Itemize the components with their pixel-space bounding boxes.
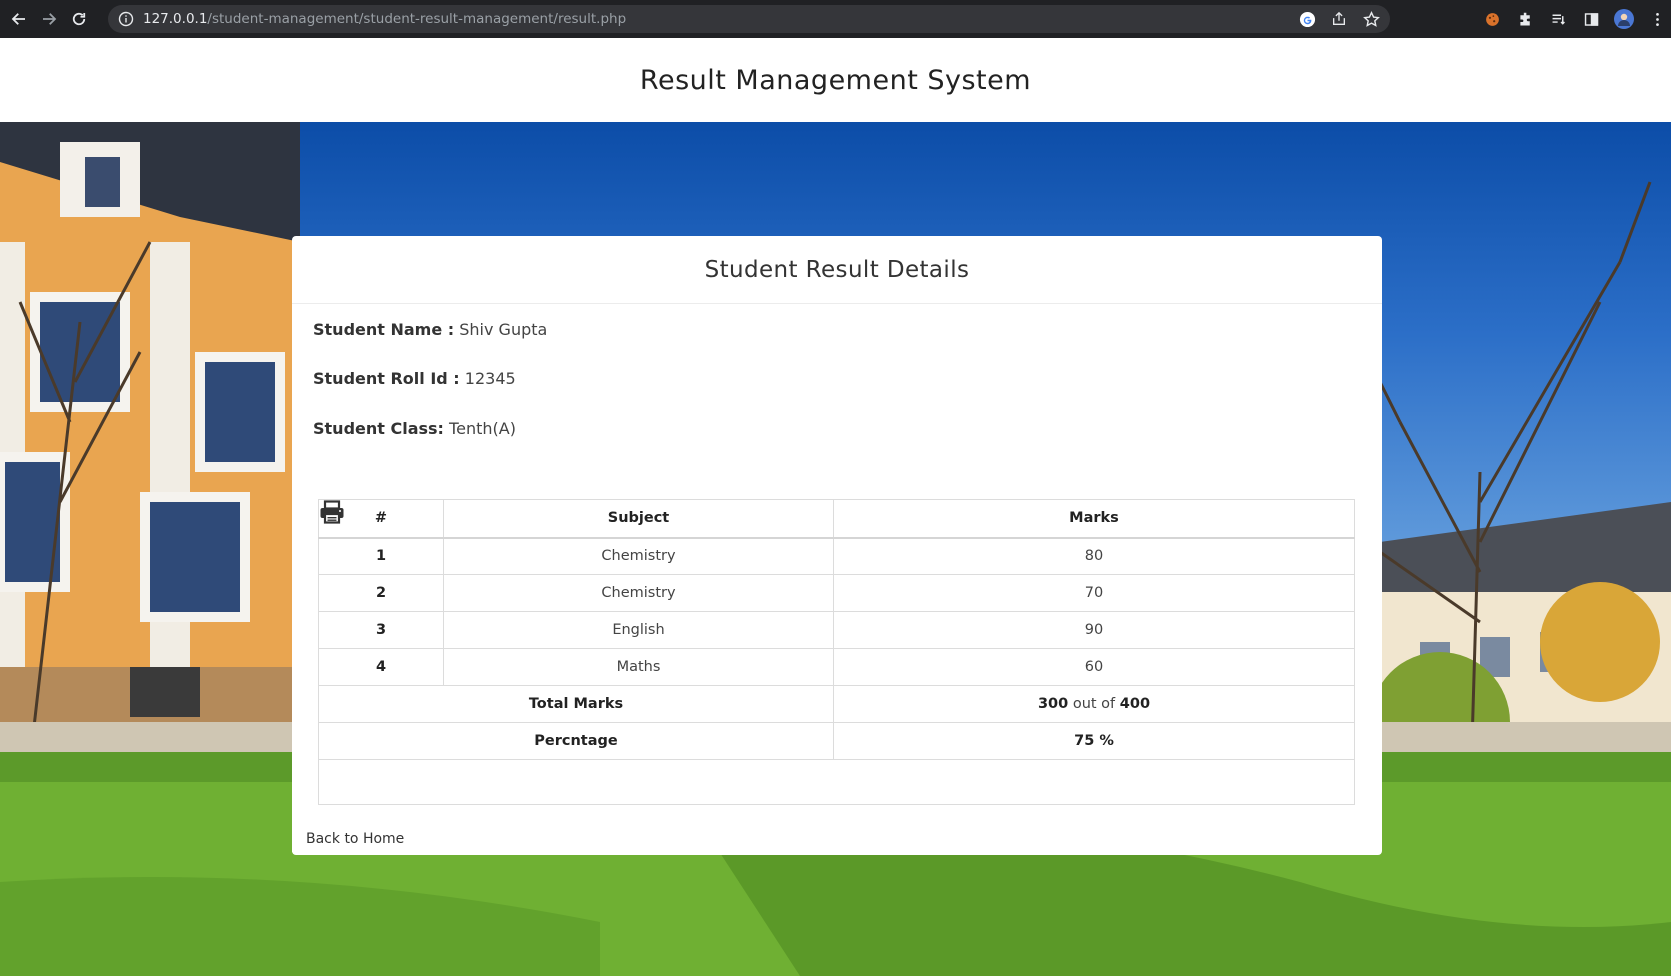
- reload-icon[interactable]: [64, 0, 94, 38]
- student-roll-label: Student Roll Id :: [313, 369, 460, 388]
- forward-arrow-icon[interactable]: [34, 0, 64, 38]
- bookmark-star-icon[interactable]: [1362, 10, 1380, 28]
- card-header: Student Result Details: [292, 236, 1382, 304]
- browser-toolbar: 127.0.0.1/student-management/student-res…: [0, 0, 1671, 38]
- student-name-label: Student Name :: [313, 320, 455, 339]
- percentage-value: 75 %: [833, 722, 1355, 760]
- total-obtained: 300: [1037, 696, 1069, 712]
- table-row: 1 Chemistry 80: [318, 537, 1355, 575]
- print-row: [318, 499, 1355, 805]
- total-out-of-text: out of: [1072, 696, 1116, 712]
- student-roll-value: 12345: [464, 369, 516, 388]
- student-name-line: Student Name : Shiv Gupta: [313, 320, 547, 339]
- total-marks-label: Total Marks: [318, 685, 834, 723]
- row-subject: Chemistry: [443, 574, 834, 612]
- google-icon[interactable]: [1298, 10, 1316, 28]
- browser-menu-icon[interactable]: [1647, 9, 1667, 29]
- site-header: Result Management System: [0, 38, 1671, 122]
- student-name-value: Shiv Gupta: [459, 320, 548, 339]
- column-header-marks: Marks: [833, 499, 1355, 539]
- percentage-row: Percntage 75 %: [318, 722, 1355, 760]
- total-marks-row: Total Marks 300 out of 400: [318, 685, 1355, 723]
- row-number: 4: [318, 648, 444, 686]
- row-subject: English: [443, 611, 834, 649]
- extensions-puzzle-icon[interactable]: [1515, 9, 1535, 29]
- site-title: Result Management System: [639, 64, 1032, 96]
- address-bar[interactable]: 127.0.0.1/student-management/student-res…: [108, 5, 1390, 33]
- row-marks: 70: [833, 574, 1355, 612]
- cookie-extension-icon[interactable]: [1482, 9, 1502, 29]
- back-arrow-icon[interactable]: [4, 0, 34, 38]
- reading-list-icon[interactable]: [1548, 9, 1568, 29]
- table-row: 4 Maths 60: [318, 648, 1355, 686]
- student-class-line: Student Class: Tenth(A): [313, 419, 516, 438]
- table-row: 3 English 90: [318, 611, 1355, 649]
- row-marks: 60: [833, 648, 1355, 686]
- row-number: 1: [318, 537, 444, 575]
- column-header-subject: Subject: [443, 499, 834, 539]
- student-class-label: Student Class:: [313, 419, 444, 438]
- site-info-icon[interactable]: [118, 11, 134, 27]
- row-marks: 90: [833, 611, 1355, 649]
- row-subject: Maths: [443, 648, 834, 686]
- table-row: 2 Chemistry 70: [318, 574, 1355, 612]
- total-max: 400: [1119, 696, 1151, 712]
- row-number: 2: [318, 574, 444, 612]
- card-title: Student Result Details: [704, 256, 970, 283]
- share-icon[interactable]: [1330, 10, 1348, 28]
- results-table: # Subject Marks 1 Chemistry 80 2 Chemist…: [318, 499, 1355, 805]
- side-panel-icon[interactable]: [1581, 9, 1601, 29]
- table-header-row: # Subject Marks: [318, 499, 1355, 539]
- total-marks-value: 300 out of 400: [833, 685, 1355, 723]
- student-roll-line: Student Roll Id : 12345: [313, 369, 516, 388]
- result-card: Student Result Details Student Name : Sh…: [292, 236, 1382, 855]
- row-number: 3: [318, 611, 444, 649]
- back-to-home-link[interactable]: Back to Home: [292, 827, 837, 852]
- percentage-label: Percntage: [318, 722, 834, 760]
- print-cell: [318, 499, 1355, 805]
- row-marks: 80: [833, 537, 1355, 575]
- profile-avatar-icon[interactable]: [1614, 9, 1634, 29]
- row-subject: Chemistry: [443, 537, 834, 575]
- web-page: Result Management System Student Result …: [0, 38, 1671, 976]
- url-text[interactable]: 127.0.0.1/student-management/student-res…: [143, 11, 626, 27]
- campus-background-image: Student Result Details Student Name : Sh…: [0, 122, 1671, 976]
- student-class-value: Tenth(A): [449, 419, 516, 438]
